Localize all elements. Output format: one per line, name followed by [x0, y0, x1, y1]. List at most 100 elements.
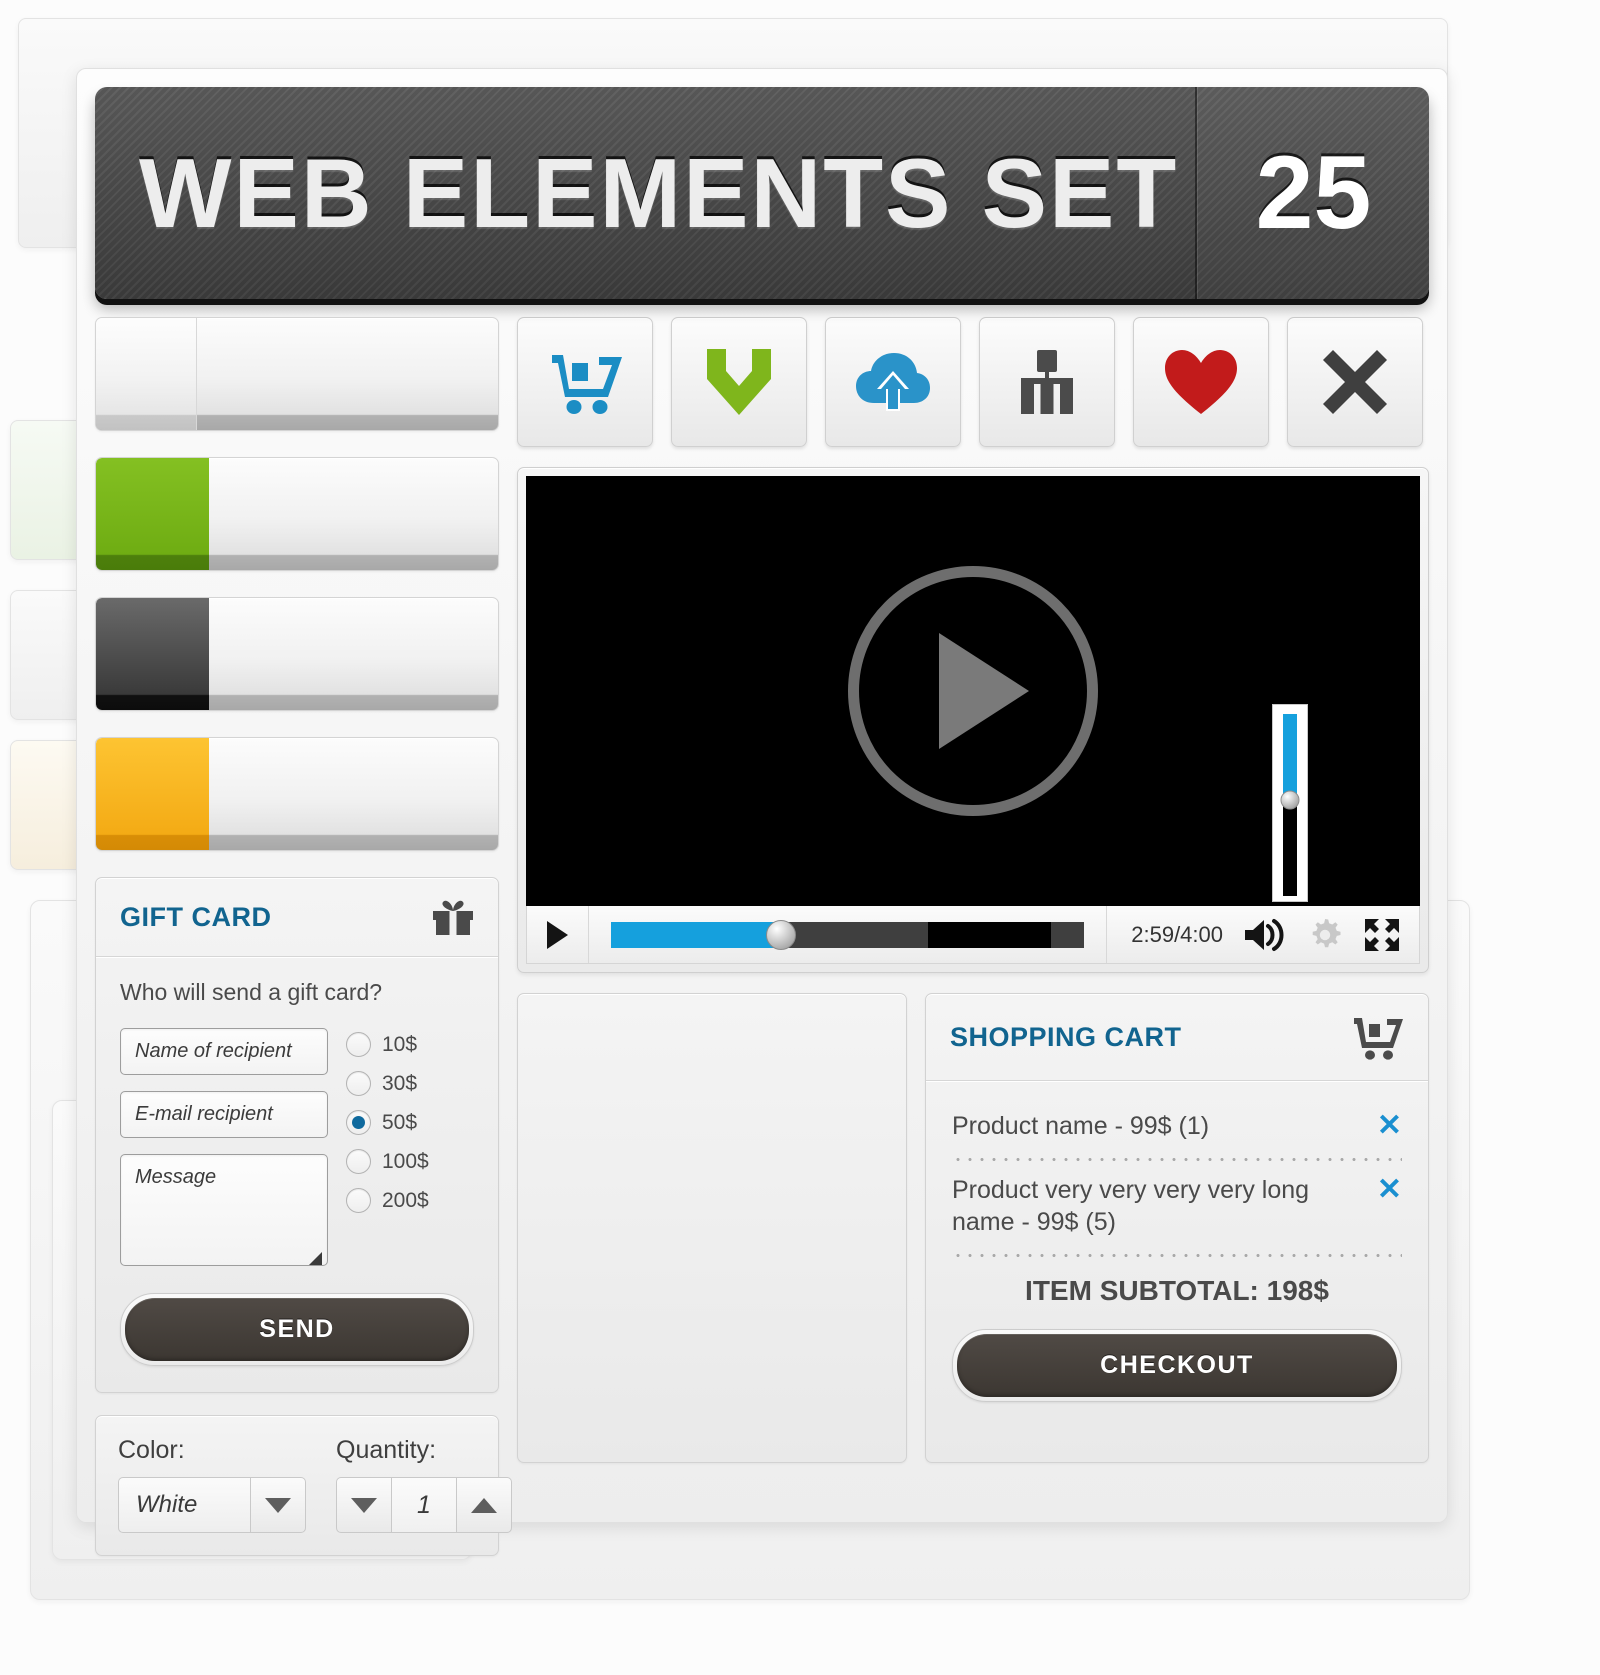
set-number-badge: 25: [1197, 87, 1429, 299]
volume-button[interactable]: [1243, 918, 1287, 952]
quantity-decrement-button[interactable]: [336, 1477, 392, 1533]
settings-button[interactable]: [1307, 917, 1343, 953]
send-button[interactable]: SEND: [125, 1298, 469, 1361]
time-display: 2:59/4:00: [1131, 921, 1223, 947]
shopping-cart-icon: [548, 349, 622, 415]
cart-item-name: Product name - 99$ (1): [952, 1112, 1210, 1140]
shopping-cart-panel: SHOPPING CART Product name - 99$ (1) ✕ P…: [925, 993, 1429, 1463]
radio-100[interactable]: [346, 1149, 371, 1174]
close-button[interactable]: [1287, 317, 1423, 447]
cart-items: Product name - 99$ (1) ✕ Product very ve…: [926, 1081, 1428, 1462]
cart-item-row: Product very very very very long name - …: [952, 1163, 1402, 1242]
volume-slider-vertical[interactable]: [1272, 704, 1308, 902]
progress-bar-green[interactable]: [95, 457, 499, 571]
color-quantity-panel: Color: White Quantity: 1: [95, 1415, 512, 1556]
color-label: Color:: [118, 1436, 185, 1464]
cart-item-row: Product name - 99$ (1) ✕: [952, 1099, 1402, 1146]
amount-option[interactable]: 30$: [346, 1071, 474, 1096]
gift-card-body: Who will send a gift card? Name of recip…: [96, 957, 498, 1392]
radio-10[interactable]: [346, 1032, 371, 1057]
radio-30[interactable]: [346, 1071, 371, 1096]
amount-option[interactable]: 10$: [346, 1032, 474, 1057]
left-column: GIFT CARD Who will send a gift card? Nam…: [95, 317, 512, 1556]
bottom-panels: SHOPPING CART Product name - 99$ (1) ✕ P…: [517, 993, 1429, 1463]
amount-option[interactable]: 50$: [346, 1110, 474, 1135]
radio-200[interactable]: [346, 1188, 371, 1213]
quantity-value[interactable]: 1: [392, 1477, 456, 1533]
header-banner: WEB ELEMENTS SET 25: [95, 87, 1429, 299]
content-body: GIFT CARD Who will send a gift card? Nam…: [95, 317, 1429, 1556]
message-textarea[interactable]: [120, 1154, 328, 1266]
radio-label-100: 100$: [382, 1149, 429, 1173]
progress-bar-dark[interactable]: [95, 597, 499, 711]
quantity-label: Quantity:: [336, 1436, 437, 1464]
video-player: 2:59/4:00: [517, 467, 1429, 973]
screenshot-root: WEB ELEMENTS SET 25 GIFT CARD Who will s…: [0, 0, 1600, 1675]
quantity-group: Quantity: 1: [336, 1436, 512, 1533]
gift-card-panel: GIFT CARD Who will send a gift card? Nam…: [95, 877, 499, 1393]
close-x-icon: [1321, 348, 1389, 416]
amount-option[interactable]: 200$: [346, 1188, 474, 1213]
remove-item-icon[interactable]: ✕: [1377, 1175, 1402, 1205]
volume-track: [1280, 714, 1300, 896]
download-chevron-icon: [704, 346, 774, 418]
chevron-down-icon: [265, 1497, 291, 1513]
shopping-cart-button[interactable]: [517, 317, 653, 447]
color-select-toggle[interactable]: [250, 1477, 306, 1533]
blank-panel: [517, 993, 907, 1463]
gift-icon: [432, 898, 474, 936]
checkout-button[interactable]: CHECKOUT: [957, 1333, 1397, 1397]
gift-card-question: Who will send a gift card?: [120, 979, 383, 1005]
gift-card-header: GIFT CARD: [96, 878, 498, 957]
seek-knob[interactable]: [766, 919, 797, 950]
chevron-up-icon: [471, 1497, 497, 1513]
recipient-name-input[interactable]: [120, 1028, 328, 1075]
amount-option[interactable]: 100$: [346, 1149, 474, 1174]
quantity-increment-button[interactable]: [456, 1477, 512, 1533]
volume-knob[interactable]: [1280, 790, 1300, 810]
color-select-value[interactable]: White: [118, 1477, 250, 1533]
main-card: WEB ELEMENTS SET 25 GIFT CARD Who will s…: [76, 68, 1448, 1556]
color-group: Color: White: [118, 1436, 306, 1533]
cloud-upload-button[interactable]: [825, 317, 961, 447]
gift-card-title: GIFT CARD: [120, 901, 272, 932]
item-subtotal: ITEM SUBTOTAL: 198$: [1025, 1274, 1329, 1306]
cart-item-name: Product very very very very long name - …: [952, 1176, 1310, 1236]
play-button[interactable]: [527, 906, 589, 963]
recipient-email-input[interactable]: [120, 1091, 328, 1138]
heart-icon: [1163, 348, 1239, 416]
amount-radio-group: 10$ 30$ 50$ 100$ 200$: [346, 1028, 474, 1271]
progress-bar-plain[interactable]: [95, 317, 499, 431]
right-column: 2:59/4:00 SHOPPING CART Product name - 9…: [517, 317, 1429, 1556]
divider: [952, 1158, 1402, 1162]
play-icon: [939, 633, 1029, 749]
player-right-controls: 2:59/4:00: [1106, 906, 1419, 963]
radio-label-50: 50$: [382, 1110, 418, 1134]
checkout-button-wrap: CHECKOUT: [952, 1328, 1402, 1402]
divider: [952, 1253, 1402, 1257]
remove-item-icon[interactable]: ✕: [1377, 1111, 1402, 1141]
gift-card-fields: [120, 1028, 328, 1271]
video-screen[interactable]: [526, 476, 1420, 906]
progress-bar-orange[interactable]: [95, 737, 499, 851]
sitemap-icon: [1012, 349, 1082, 415]
fullscreen-button[interactable]: [1363, 917, 1401, 953]
seek-bar[interactable]: [611, 919, 1085, 950]
radio-label-200: 200$: [382, 1188, 429, 1212]
play-overlay-button[interactable]: [848, 566, 1098, 816]
chevron-down-icon: [351, 1497, 377, 1513]
favorite-button[interactable]: [1133, 317, 1269, 447]
download-button[interactable]: [671, 317, 807, 447]
cloud-upload-icon: [854, 351, 932, 413]
send-button-wrap: SEND: [120, 1293, 474, 1366]
cart-icon: [1352, 1014, 1404, 1060]
player-controls: 2:59/4:00: [526, 906, 1420, 964]
cart-title: SHOPPING CART: [950, 1021, 1182, 1052]
sitemap-button[interactable]: [979, 317, 1115, 447]
play-icon: [547, 920, 568, 949]
radio-label-30: 30$: [382, 1071, 418, 1095]
radio-label-10: 10$: [382, 1032, 418, 1056]
radio-50[interactable]: [346, 1110, 371, 1135]
page-title: WEB ELEMENTS SET: [95, 87, 1197, 299]
cart-header: SHOPPING CART: [926, 994, 1428, 1081]
